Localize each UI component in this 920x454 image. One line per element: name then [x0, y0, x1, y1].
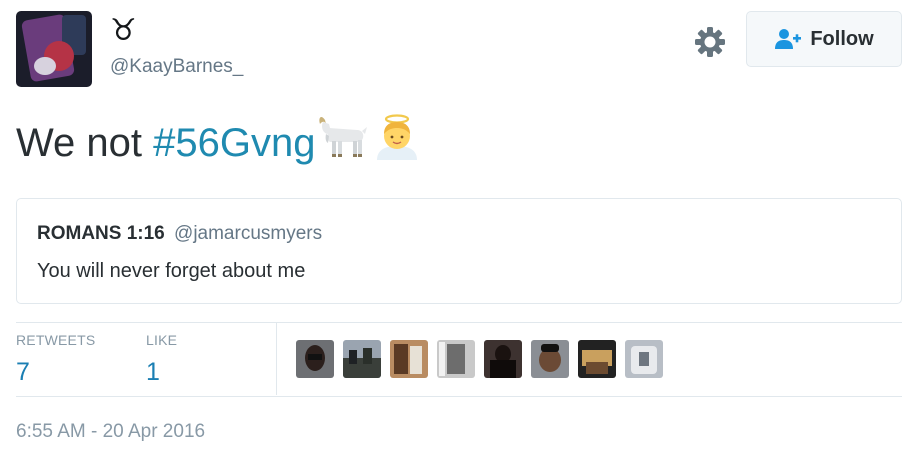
- tweet-text: We not #56Gvng: [16, 112, 423, 171]
- goat-emoji-icon: [319, 117, 368, 157]
- stats-separator: [276, 323, 277, 395]
- likes-label: LIKE: [146, 332, 178, 348]
- follow-label: Follow: [810, 27, 874, 50]
- retweets-stat[interactable]: RETWEETS 7: [16, 332, 95, 387]
- stats-bottom-divider: [16, 396, 902, 397]
- likes-count: 1: [146, 358, 160, 386]
- quoted-tweet-header: ROMANS 1:16 @jamarcusmyers: [37, 223, 322, 245]
- tweet-timestamp[interactable]: 6:55 AM - 20 Apr 2016: [16, 421, 205, 443]
- quoted-author-name: ROMANS 1:16: [37, 223, 165, 244]
- liker-avatar[interactable]: [296, 340, 334, 378]
- liker-avatar[interactable]: [343, 340, 381, 378]
- follow-button[interactable]: Follow: [746, 11, 902, 67]
- author-display-name[interactable]: ♉: [110, 14, 137, 48]
- retweets-label: RETWEETS: [16, 332, 96, 348]
- liker-avatar[interactable]: [437, 340, 475, 378]
- quoted-tweet-text: You will never forget about me: [37, 260, 306, 282]
- tweet-text-prefix: We not: [16, 121, 154, 165]
- author-avatar[interactable]: [16, 11, 92, 87]
- likes-stat[interactable]: LIKE 1: [146, 332, 177, 387]
- liker-avatar[interactable]: [625, 340, 663, 378]
- liker-avatar[interactable]: [390, 340, 428, 378]
- retweets-count: 7: [16, 358, 30, 386]
- stats-top-divider: [16, 322, 902, 323]
- liker-avatar[interactable]: [484, 340, 522, 378]
- add-user-icon: [775, 29, 802, 49]
- liker-avatar[interactable]: [531, 340, 569, 378]
- angel-emoji-icon: [377, 114, 418, 160]
- quoted-tweet[interactable]: ROMANS 1:16 @jamarcusmyers You will neve…: [16, 198, 902, 304]
- quoted-author-handle: @jamarcusmyers: [174, 223, 323, 244]
- liker-avatar[interactable]: [578, 340, 616, 378]
- liker-avatars: [296, 340, 663, 378]
- gear-icon[interactable]: [694, 26, 726, 58]
- author-screen-name[interactable]: @KaayBarnes_: [110, 56, 243, 78]
- hashtag-link[interactable]: #56Gvng: [153, 121, 315, 165]
